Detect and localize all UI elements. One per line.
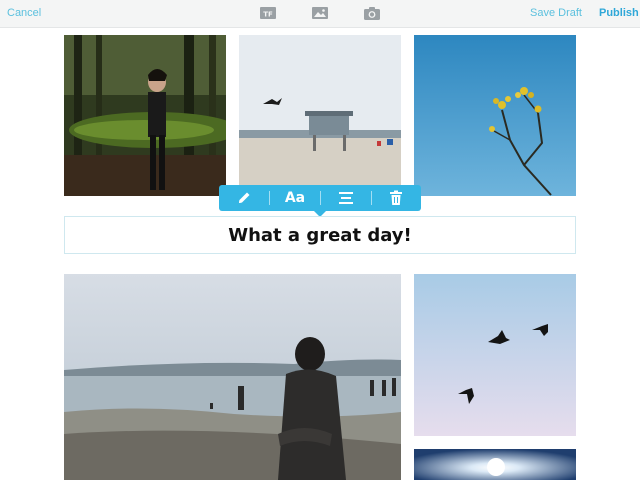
format-label: Aa [284, 190, 306, 206]
publish-button[interactable]: Publish [599, 7, 639, 19]
top-toolbar: Cancel TF Save Draft Publish [0, 0, 640, 28]
text-icon[interactable]: TF [259, 5, 277, 21]
photo-plant-sky[interactable] [414, 35, 576, 196]
camera-icon[interactable] [363, 5, 381, 21]
photo-sun[interactable] [414, 449, 576, 480]
image-icon[interactable] [311, 5, 329, 21]
photo-forest[interactable] [64, 35, 226, 196]
photo-birds-sky[interactable] [414, 274, 576, 436]
edit-text-button[interactable] [219, 185, 269, 211]
photo-beach-portrait[interactable] [64, 274, 401, 480]
text-format-button[interactable]: Aa [270, 185, 320, 211]
svg-text:TF: TF [263, 11, 273, 19]
trash-icon [390, 190, 402, 205]
save-draft-button[interactable]: Save Draft [530, 7, 582, 19]
caption-text[interactable]: What a great day! [65, 217, 575, 253]
align-button[interactable] [321, 185, 371, 211]
cancel-button[interactable]: Cancel [7, 7, 41, 19]
pencil-icon [239, 192, 250, 203]
delete-button[interactable] [371, 185, 421, 211]
text-block[interactable]: What a great day! [64, 216, 576, 254]
text-edit-toolbar: Aa [219, 185, 421, 217]
align-center-icon [339, 192, 353, 204]
photo-beach-lifeguard[interactable] [239, 35, 401, 196]
